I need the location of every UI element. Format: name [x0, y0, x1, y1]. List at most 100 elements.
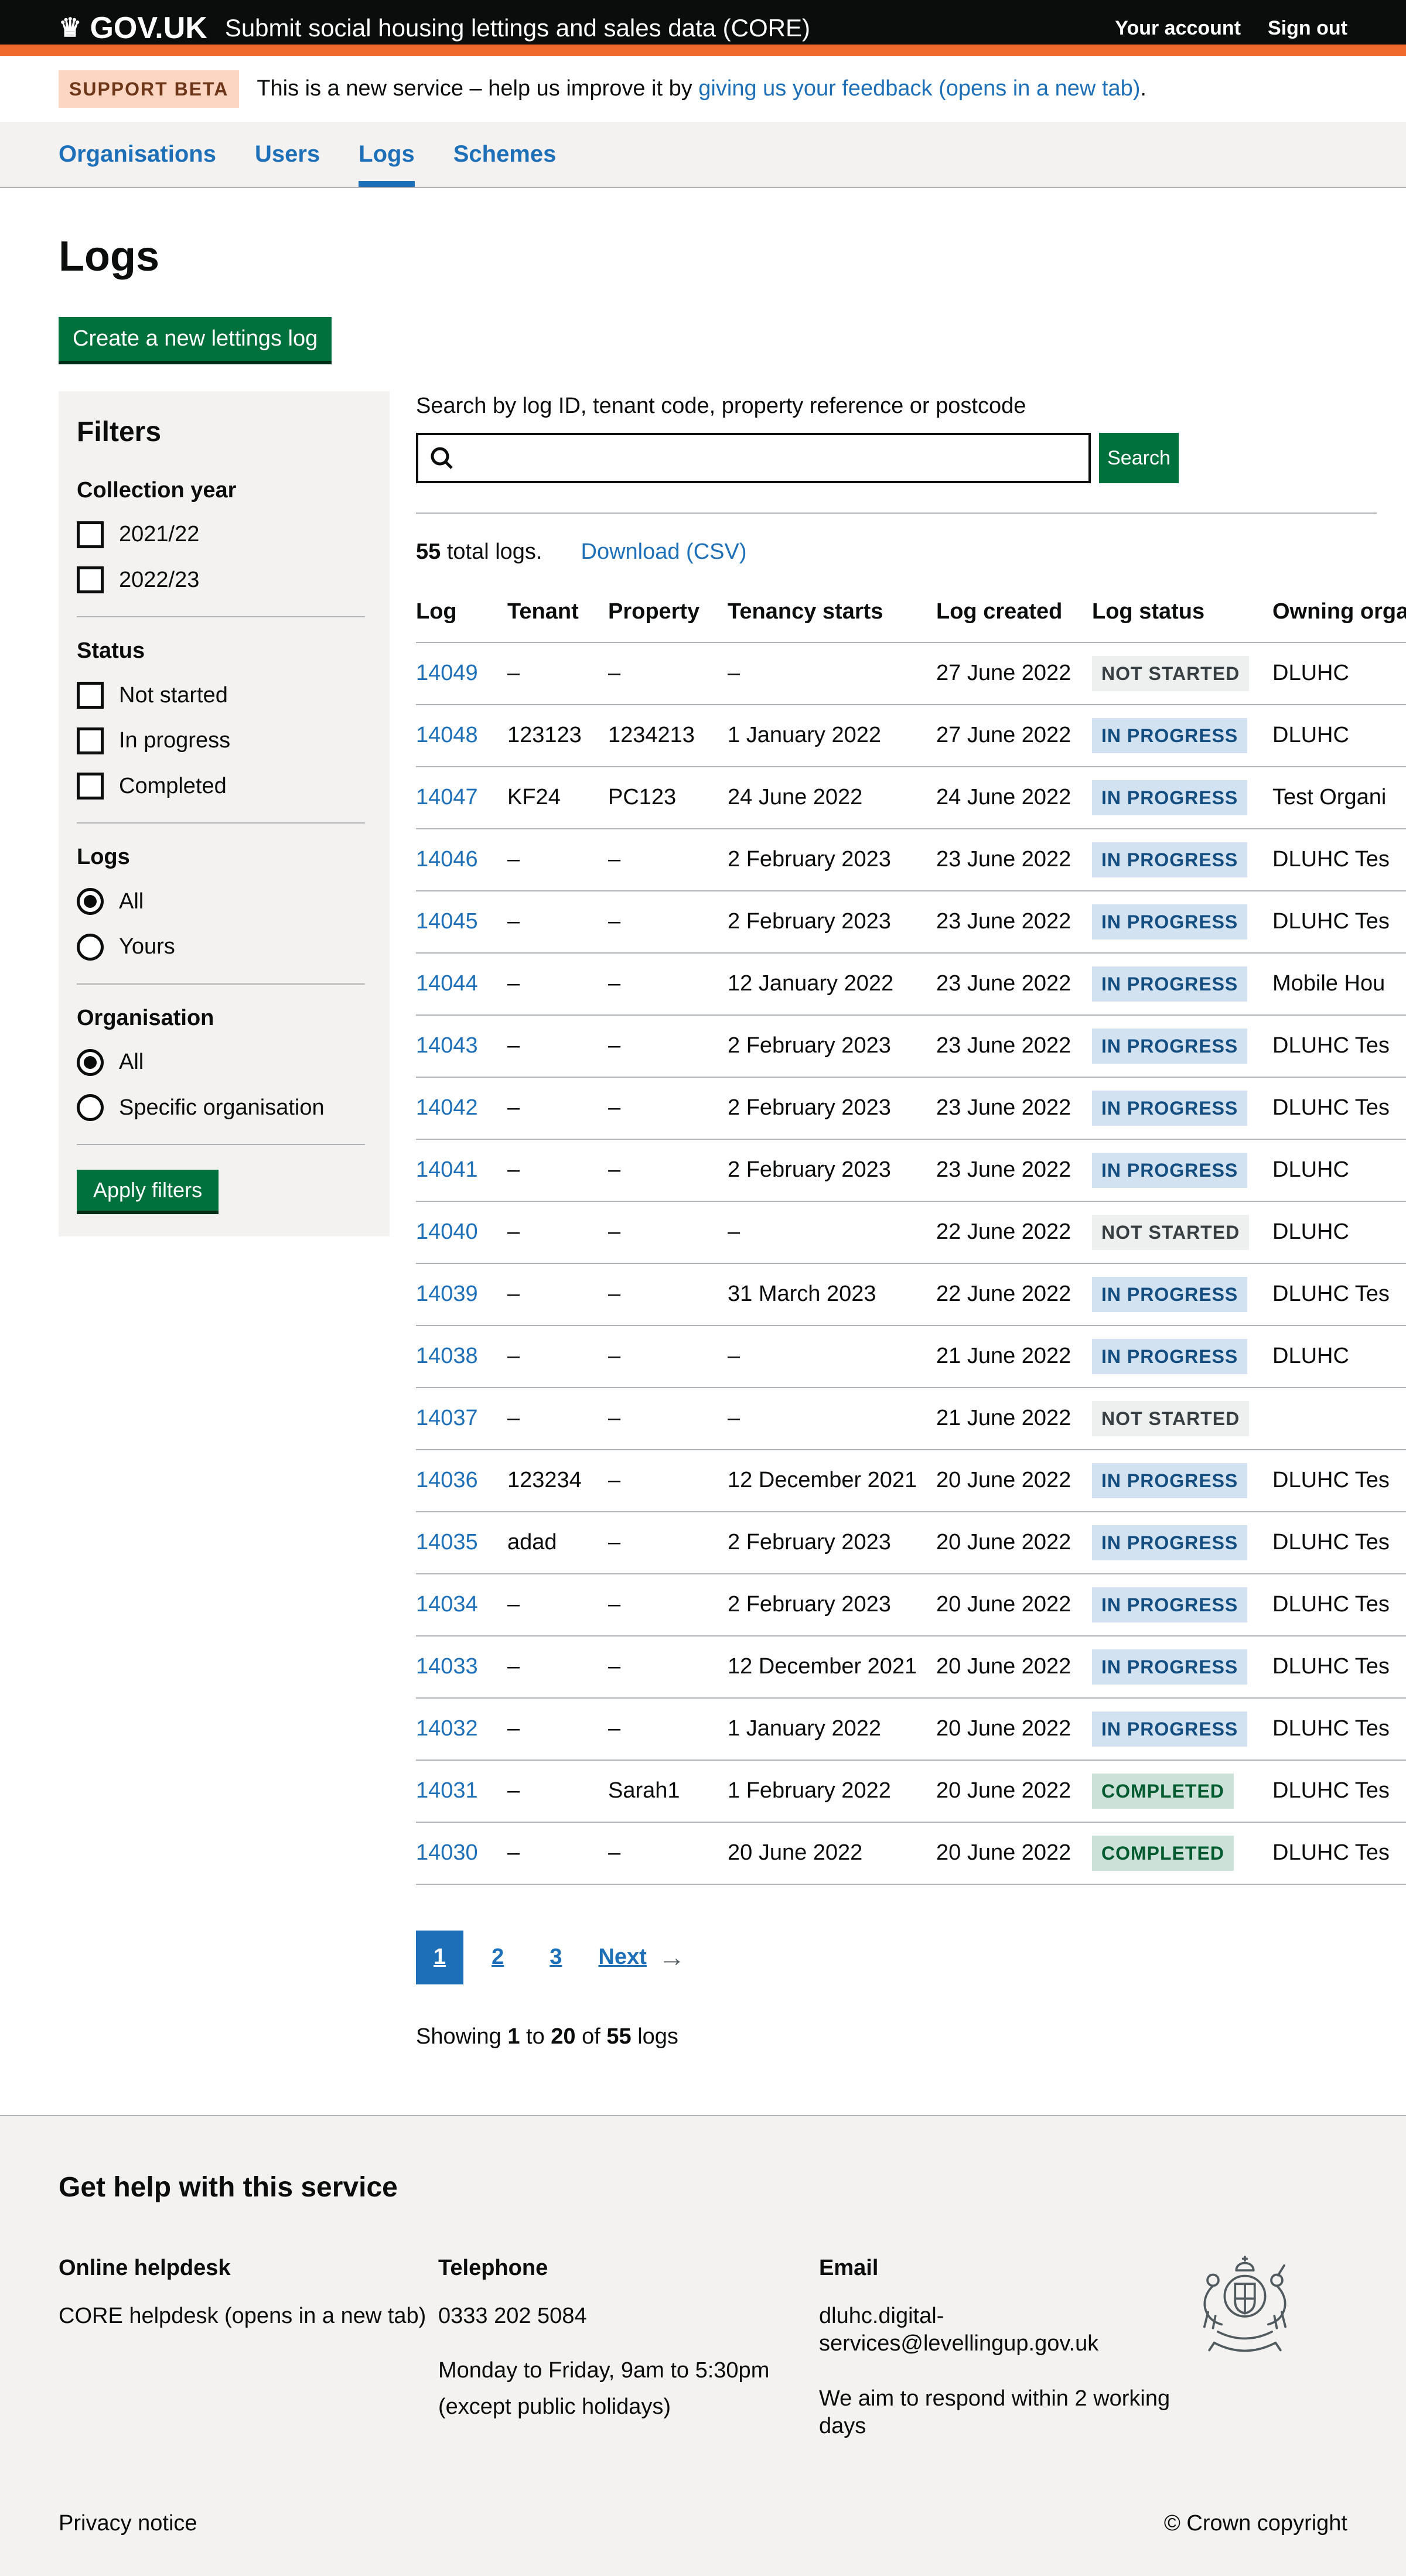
search-input[interactable]	[416, 433, 1091, 483]
email-link[interactable]: dluhc.digital-services@levellingup.gov.u…	[819, 2304, 1098, 2356]
log-link[interactable]: 14045	[416, 909, 478, 934]
log-link[interactable]: 14038	[416, 1344, 478, 1368]
checkbox-completed[interactable]: Completed	[77, 773, 365, 801]
log-link[interactable]: 14036	[416, 1468, 478, 1492]
cell-log-created: 20 June 2022	[936, 1636, 1092, 1698]
cell-tenancy-starts: 31 March 2023	[728, 1263, 936, 1325]
footer-email-title: Email	[819, 2254, 1170, 2283]
apply-filters-button[interactable]: Apply filters	[77, 1170, 219, 1211]
log-link[interactable]: 14032	[416, 1716, 478, 1741]
table-header-row: Log Tenant Property Tenancy starts Log c…	[416, 598, 1406, 643]
tab-schemes: Schemes	[453, 122, 557, 187]
pagination-page-3[interactable]: 3	[532, 1931, 579, 1984]
log-link[interactable]: 14048	[416, 723, 478, 747]
cell-log: 14035	[416, 1512, 507, 1574]
cell-property: –	[608, 829, 728, 891]
checkbox-2022-23[interactable]: 2022/23	[77, 566, 365, 595]
cell-log-status: IN PROGRESS	[1092, 1698, 1272, 1760]
radio-all[interactable]: All	[77, 888, 365, 916]
log-link[interactable]: 14049	[416, 661, 478, 685]
cell-log-created: 24 June 2022	[936, 767, 1092, 829]
col-header-log-status: Log status	[1092, 598, 1272, 643]
radio-control-yours[interactable]	[77, 934, 104, 961]
royal-coat-of-arms-icon	[1183, 2254, 1347, 2449]
cell-property: –	[608, 1636, 728, 1698]
filters-heading: Filters	[77, 415, 365, 450]
log-link[interactable]: 14043	[416, 1033, 478, 1058]
checkbox-in-progress[interactable]: In progress	[77, 727, 365, 755]
your-account-link[interactable]: Your account	[1115, 16, 1241, 41]
log-link[interactable]: 14030	[416, 1840, 478, 1865]
cell-log-status: IN PROGRESS	[1092, 953, 1272, 1015]
search-icon	[429, 445, 455, 479]
tab-link-organisations[interactable]: Organisations	[59, 141, 216, 167]
download-csv-link[interactable]: Download (CSV)	[581, 539, 747, 564]
pagination-next-link[interactable]: Next	[598, 1943, 646, 1972]
log-link[interactable]: 14044	[416, 971, 478, 996]
checkbox-not-started[interactable]: Not started	[77, 682, 365, 710]
search-button[interactable]: Search	[1099, 433, 1179, 483]
cell-log-status: IN PROGRESS	[1092, 1015, 1272, 1077]
radio-control-specific-organisation[interactable]	[77, 1094, 104, 1121]
col-header-tenancy-starts: Tenancy starts	[728, 598, 936, 643]
core-helpdesk-link[interactable]: CORE helpdesk (opens in a new tab)	[59, 2304, 426, 2328]
service-name-link[interactable]: Submit social housing lettings and sales…	[225, 13, 810, 44]
tab-link-schemes[interactable]: Schemes	[453, 141, 557, 167]
cell-tenancy-starts: 1 January 2022	[728, 705, 936, 767]
results-section: Search by log ID, tenant code, property …	[416, 391, 1377, 2073]
cell-property: –	[608, 1139, 728, 1201]
checkbox-control-2022-23[interactable]	[77, 566, 104, 593]
cell-log: 14032	[416, 1698, 507, 1760]
radio-control-all[interactable]	[77, 1049, 104, 1076]
log-link[interactable]: 14042	[416, 1095, 478, 1120]
cell-log: 14044	[416, 953, 507, 1015]
cell-tenancy-starts: 2 February 2023	[728, 1574, 936, 1636]
crown-copyright-link[interactable]: © Crown copyright	[1164, 2510, 1347, 2538]
checkbox-control-2021-22[interactable]	[77, 521, 104, 548]
tab-link-logs[interactable]: Logs	[359, 141, 415, 167]
checkbox-2021-22[interactable]: 2021/22	[77, 521, 365, 549]
log-link[interactable]: 14040	[416, 1219, 478, 1244]
cell-owning-organisation	[1272, 1388, 1406, 1450]
table-row: 14036123234–12 December 202120 June 2022…	[416, 1450, 1406, 1512]
log-link[interactable]: 14034	[416, 1592, 478, 1617]
cell-tenant: –	[507, 829, 608, 891]
radio-all[interactable]: All	[77, 1048, 365, 1077]
tab-link-users[interactable]: Users	[255, 141, 320, 167]
log-link[interactable]: 14041	[416, 1157, 478, 1182]
pagination-page-2[interactable]: 2	[474, 1931, 521, 1984]
radio-specific-organisation[interactable]: Specific organisation	[77, 1094, 365, 1122]
cell-tenant: –	[507, 1574, 608, 1636]
col-header-owning-organisation: Owning organisation	[1272, 598, 1406, 643]
privacy-notice-link[interactable]: Privacy notice	[59, 2510, 197, 2538]
log-link[interactable]: 14039	[416, 1282, 478, 1306]
radio-control-all[interactable]	[77, 888, 104, 915]
checkbox-control-in-progress[interactable]	[77, 727, 104, 754]
log-link[interactable]: 14046	[416, 847, 478, 872]
log-link[interactable]: 14047	[416, 785, 478, 809]
table-row: 14040–––22 June 2022NOT STARTEDDLUHC	[416, 1201, 1406, 1263]
status-badge: NOT STARTED	[1092, 656, 1249, 691]
radio-yours[interactable]: Yours	[77, 933, 365, 961]
log-link[interactable]: 14037	[416, 1406, 478, 1430]
create-lettings-log-button[interactable]: Create a new lettings log	[59, 317, 332, 361]
cell-tenant: –	[507, 953, 608, 1015]
table-row: 14043––2 February 202323 June 2022IN PRO…	[416, 1015, 1406, 1077]
log-link[interactable]: 14033	[416, 1654, 478, 1679]
pagination-page-1[interactable]: 1	[416, 1931, 463, 1984]
log-link[interactable]: 14031	[416, 1778, 478, 1803]
checkbox-control-not-started[interactable]	[77, 682, 104, 709]
status-badge: IN PROGRESS	[1092, 1029, 1247, 1064]
govuk-logo[interactable]: ♛ GOV.UK	[59, 9, 207, 47]
checkbox-control-completed[interactable]	[77, 773, 104, 800]
cell-property: –	[608, 1574, 728, 1636]
table-row: 14049–––27 June 2022NOT STARTEDDLUHC	[416, 643, 1406, 705]
cell-log-status: IN PROGRESS	[1092, 829, 1272, 891]
log-link[interactable]: 14035	[416, 1530, 478, 1555]
sign-out-link[interactable]: Sign out	[1268, 16, 1347, 41]
cell-property: –	[608, 1201, 728, 1263]
table-row: 14041––2 February 202323 June 2022IN PRO…	[416, 1139, 1406, 1201]
table-row: 14046––2 February 202323 June 2022IN PRO…	[416, 829, 1406, 891]
feedback-link[interactable]: giving us your feedback (opens in a new …	[698, 76, 1140, 101]
status-badge: IN PROGRESS	[1092, 1091, 1247, 1126]
